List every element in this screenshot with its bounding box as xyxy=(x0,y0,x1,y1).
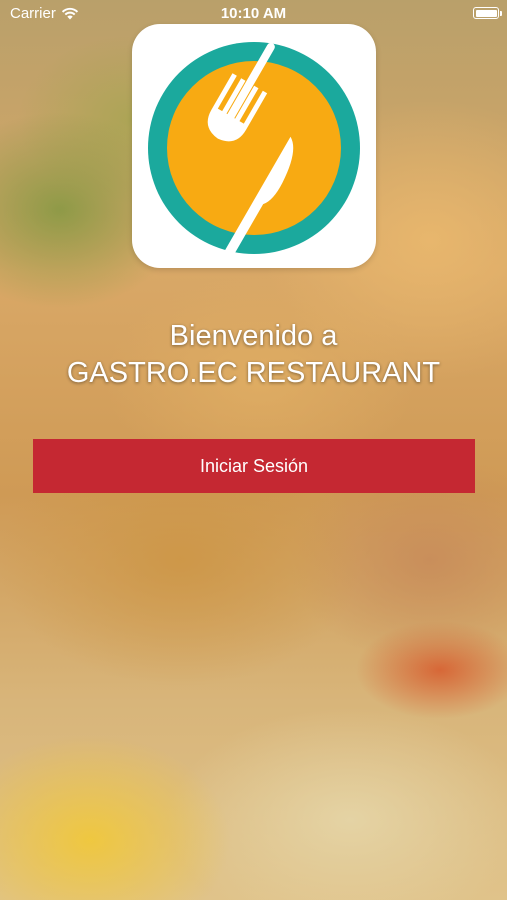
login-button[interactable]: Iniciar Sesión xyxy=(33,439,475,493)
welcome-message: Bienvenido a GASTRO.EC RESTAURANT xyxy=(0,318,507,392)
status-time: 10:10 AM xyxy=(220,5,287,22)
app-logo xyxy=(132,24,376,268)
battery-icon xyxy=(473,7,502,19)
welcome-line-1: Bienvenido a xyxy=(169,320,338,352)
restaurant-name: GASTRO.EC RESTAURANT xyxy=(66,357,441,389)
fork-knife-plate-icon xyxy=(148,42,360,257)
